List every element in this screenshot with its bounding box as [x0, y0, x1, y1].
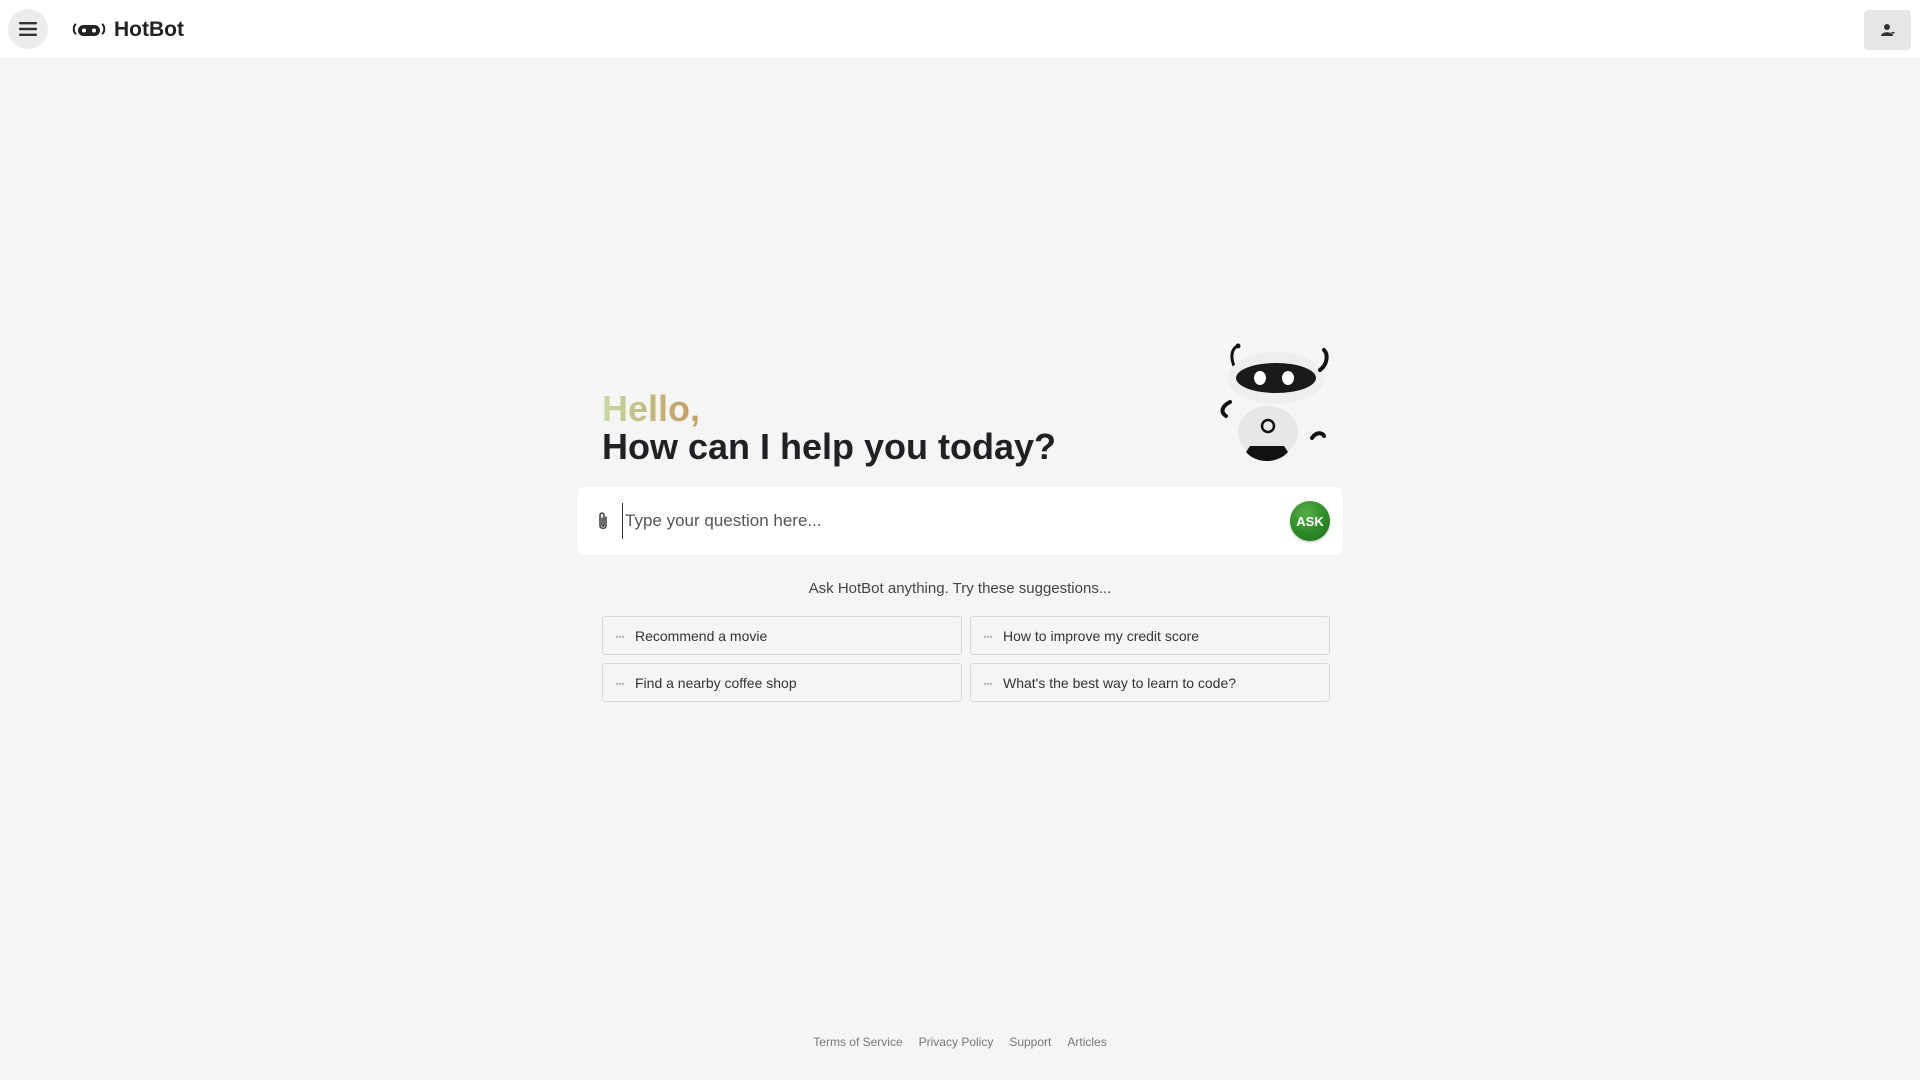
footer-link-support[interactable]: Support	[1009, 1035, 1051, 1049]
menu-button[interactable]	[8, 9, 48, 49]
suggestion-label: How to improve my credit score	[1003, 627, 1200, 644]
hotbot-logo[interactable]: HotBot	[72, 16, 184, 44]
app-name: HotBot	[114, 18, 184, 41]
suggestion-label: Recommend a movie	[635, 627, 768, 644]
footer-link-terms[interactable]: Terms of Service	[813, 1035, 902, 1049]
page-title: How can I help you today?	[602, 426, 1057, 467]
hero: Hello, How can I help you today?	[602, 340, 1342, 470]
dots-icon: ···	[615, 628, 625, 643]
dots-icon: ···	[983, 675, 993, 690]
suggestion-learn-to-code[interactable]: ··· What's the best way to learn to code…	[970, 663, 1330, 702]
suggestion-recommend-movie[interactable]: ··· Recommend a movie	[602, 616, 962, 655]
robot-mascot-icon	[1220, 343, 1329, 461]
footer-link-articles[interactable]: Articles	[1067, 1035, 1106, 1049]
suggestion-label: Find a nearby coffee shop	[635, 674, 797, 691]
user-account-button[interactable]	[1864, 10, 1911, 50]
greeting: Hello,	[602, 388, 701, 429]
top-bar: HotBot	[0, 0, 1920, 59]
ask-button[interactable]: ASK	[1290, 501, 1330, 541]
robot-logo-icon	[72, 23, 106, 36]
user-icon	[1880, 24, 1894, 36]
ask-box: ASK	[578, 487, 1342, 555]
footer: Terms of Service Privacy Policy Support …	[0, 1035, 1920, 1049]
footer-link-privacy[interactable]: Privacy Policy	[919, 1035, 994, 1049]
suggestion-credit-score[interactable]: ··· How to improve my credit score	[970, 616, 1330, 655]
paperclip-icon[interactable]	[594, 511, 612, 533]
dots-icon: ···	[615, 675, 625, 690]
question-input[interactable]	[622, 503, 1242, 539]
suggestion-label: What's the best way to learn to code?	[1003, 674, 1237, 691]
suggestions-title: Ask HotBot anything. Try these suggestio…	[808, 580, 1112, 597]
suggestion-coffee-shop[interactable]: ··· Find a nearby coffee shop	[602, 663, 962, 702]
hamburger-icon	[19, 22, 37, 36]
dots-icon: ···	[983, 628, 993, 643]
